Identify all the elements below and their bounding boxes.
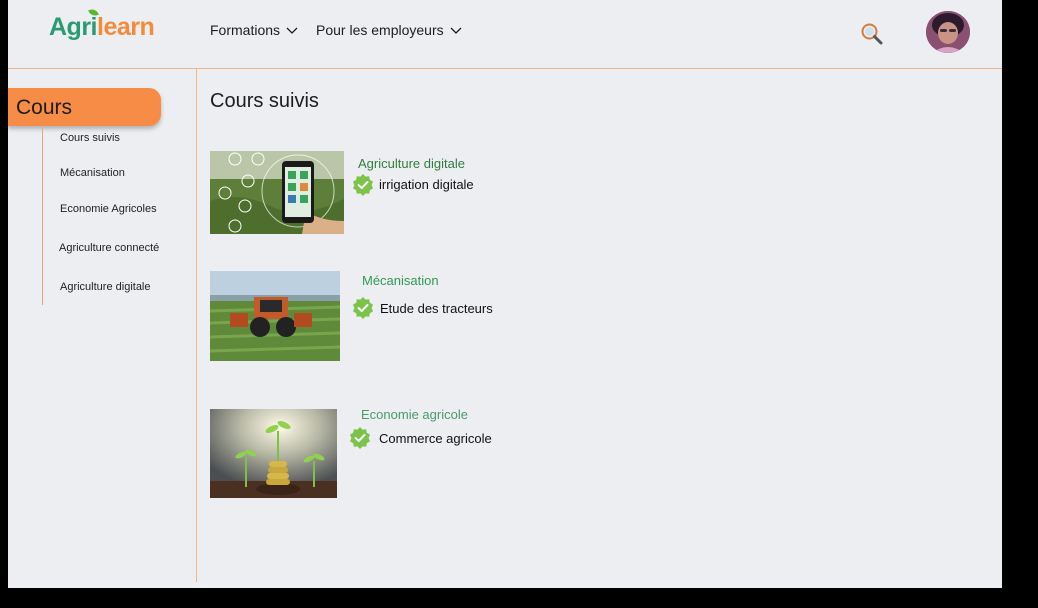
sidebar: Cours Cours suivis Mécanisation Economie…	[8, 69, 197, 582]
course-title-commerce-agricole[interactable]: Commerce agricole	[379, 431, 492, 446]
chevron-down-icon	[450, 27, 462, 34]
course-thumbnail-irrigation[interactable]	[210, 151, 344, 234]
sidebar-item-economie-agricoles[interactable]: Economie Agricoles	[60, 203, 157, 215]
sidebar-section-cours[interactable]: Cours	[8, 88, 161, 126]
sidebar-item-cours-suivis[interactable]: Cours suivis	[60, 132, 120, 144]
app-window: Agrilearn Formations Pour les employeurs	[8, 0, 1002, 588]
logo-text-agri: Agri	[49, 13, 98, 41]
user-avatar[interactable]	[926, 11, 970, 53]
course-category-economie-agricole[interactable]: Economie agricole	[361, 407, 468, 422]
sidebar-item-mecanisation[interactable]: Mécanisation	[60, 167, 125, 179]
verified-check-icon	[353, 174, 373, 196]
nav-formations-label: Formations	[210, 22, 281, 38]
sidebar-divider-line	[42, 126, 43, 305]
nav-formations[interactable]: Formations	[210, 22, 298, 38]
verified-check-icon	[353, 297, 373, 319]
agrilearn-logo[interactable]: Agrilearn	[49, 7, 155, 42]
chevron-down-icon	[286, 27, 298, 34]
page-title: Cours suivis	[210, 90, 319, 112]
nav-employeurs-label: Pour les employeurs	[316, 22, 444, 38]
search-icon[interactable]	[860, 22, 884, 46]
course-thumbnail-commerce[interactable]	[210, 409, 337, 498]
course-category-mecanisation[interactable]: Mécanisation	[362, 273, 439, 288]
sidebar-item-agriculture-digitale[interactable]: Agriculture digitale	[60, 281, 151, 293]
course-title-irrigation-digitale[interactable]: irrigation digitale	[379, 177, 474, 192]
sidebar-item-agriculture-connecte[interactable]: Agriculture connecté	[59, 242, 159, 254]
verified-check-icon	[350, 427, 370, 449]
course-thumbnail-tracteurs[interactable]	[210, 271, 340, 361]
course-title-etude-des-tracteurs[interactable]: Etude des tracteurs	[380, 301, 493, 316]
logo-text-learn: learn	[97, 13, 155, 41]
course-category-agriculture-digitale[interactable]: Agriculture digitale	[358, 156, 465, 171]
top-header: Agrilearn Formations Pour les employeurs	[8, 0, 1002, 69]
nav-employeurs[interactable]: Pour les employeurs	[316, 22, 462, 38]
sidebar-section-label: Cours	[16, 96, 73, 119]
